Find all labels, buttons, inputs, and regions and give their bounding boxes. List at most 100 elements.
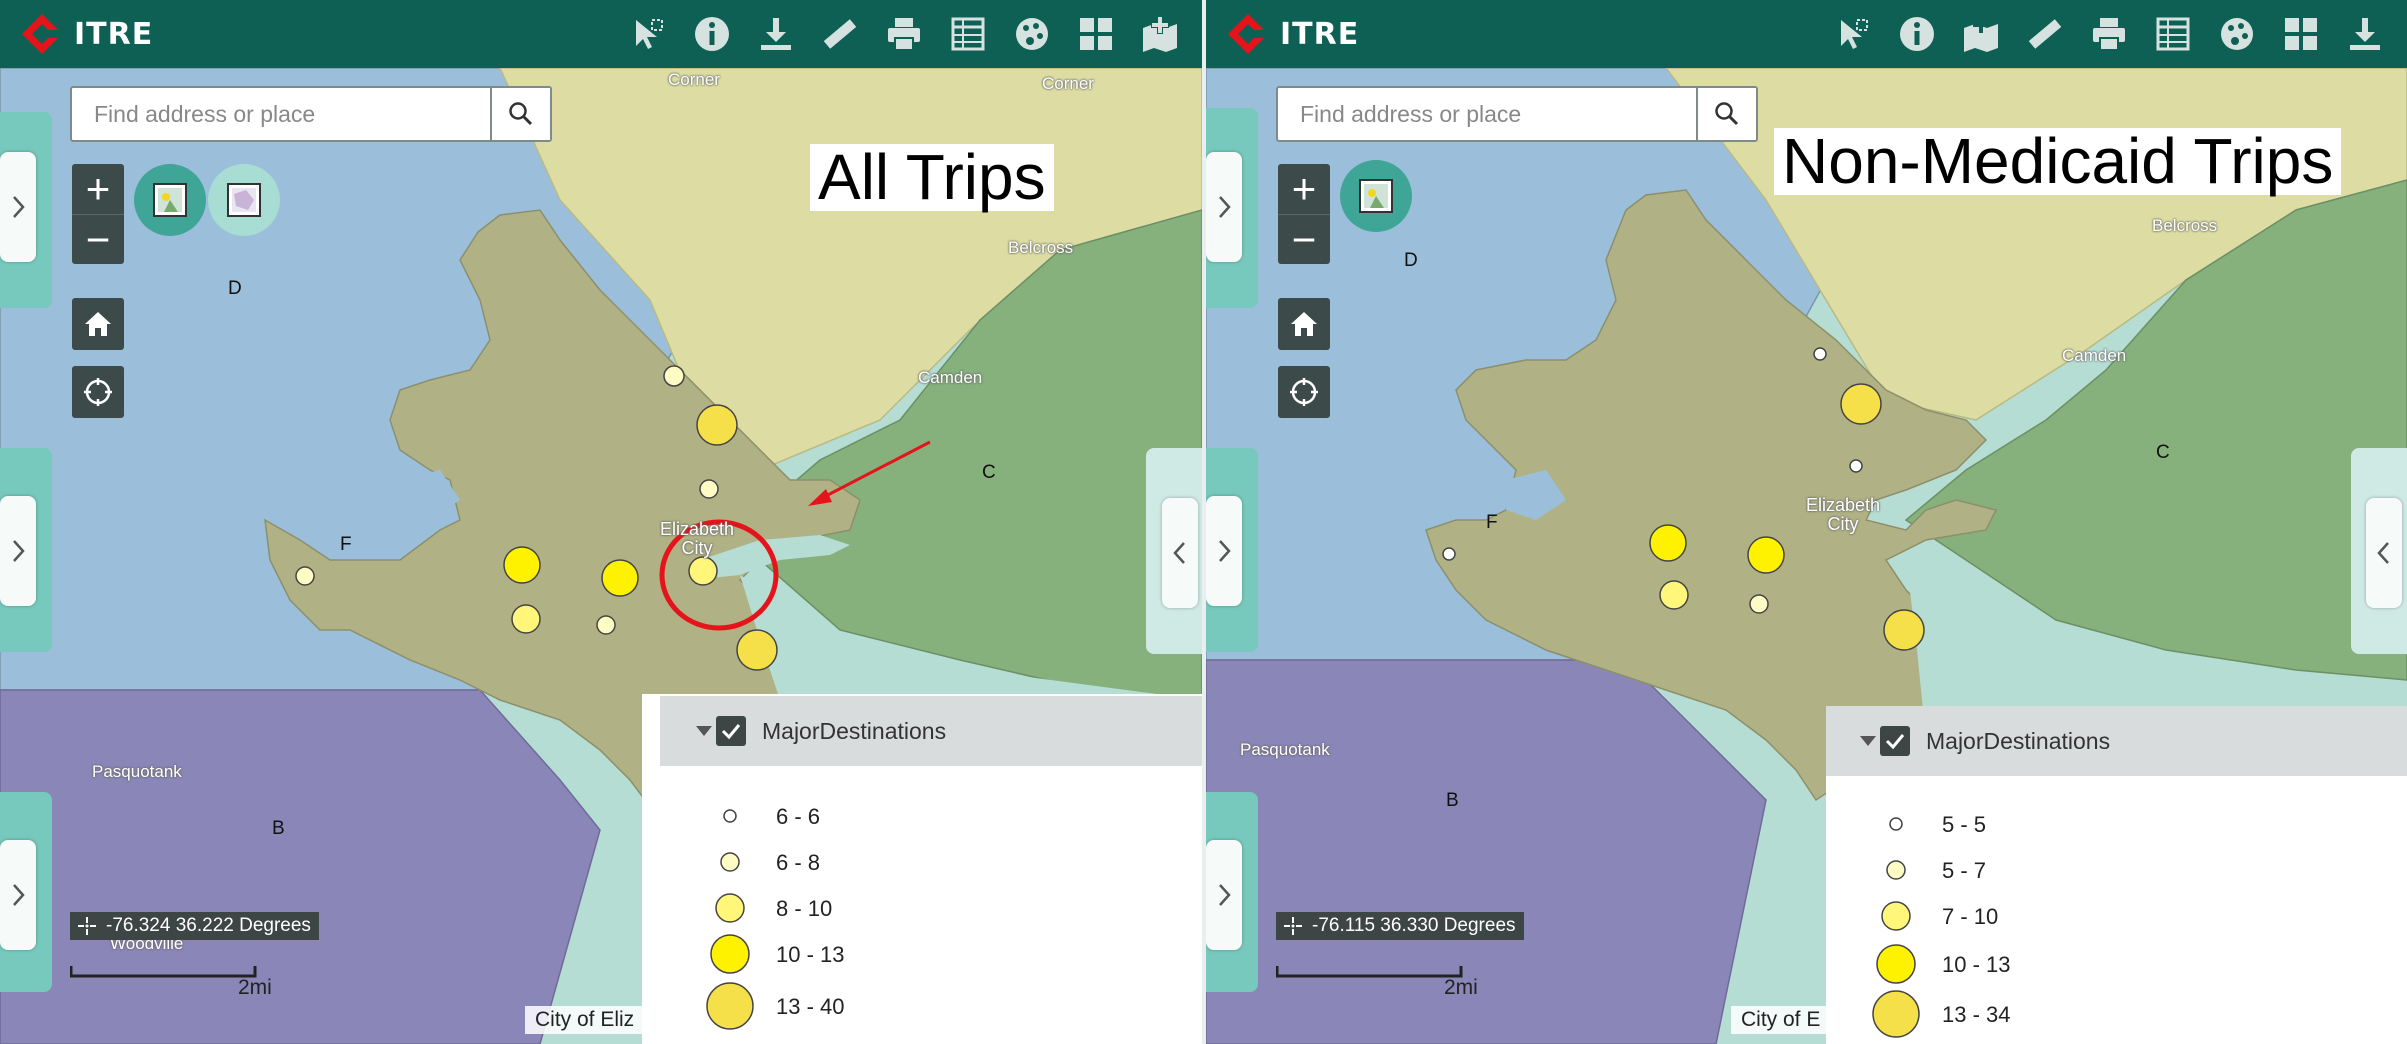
print-tool-button[interactable] xyxy=(2077,0,2141,68)
expand-panel-button[interactable] xyxy=(0,840,36,950)
add-data-tool-button[interactable] xyxy=(1949,0,2013,68)
layout-tool-button[interactable] xyxy=(1064,0,1128,68)
place-label: Pasquotank xyxy=(92,762,182,781)
city-label: Elizabeth City xyxy=(660,520,734,558)
destination-marker[interactable] xyxy=(596,615,616,635)
destination-marker[interactable] xyxy=(1840,383,1882,425)
destination-marker[interactable] xyxy=(663,365,685,387)
expand-panel-button[interactable] xyxy=(0,152,36,262)
legend-layer-header[interactable]: MajorDestinations xyxy=(1826,706,2407,776)
measure-tool-button[interactable] xyxy=(808,0,872,68)
destination-marker[interactable] xyxy=(736,629,778,671)
locate-button[interactable] xyxy=(1278,366,1330,418)
zoom-in-button[interactable]: + xyxy=(1278,164,1330,215)
expand-arrow-icon xyxy=(696,726,712,736)
attribute-table-tool-button[interactable] xyxy=(2141,0,2205,68)
destination-marker[interactable] xyxy=(1883,609,1925,651)
locate-icon xyxy=(84,378,112,406)
destination-marker[interactable] xyxy=(503,546,541,584)
destination-marker[interactable] xyxy=(1813,347,1827,361)
layer-visibility-checkbox[interactable] xyxy=(716,716,746,746)
search-input[interactable] xyxy=(1278,88,1698,140)
legend-label: 13 - 34 xyxy=(1942,1002,2011,1027)
destination-marker[interactable] xyxy=(295,566,315,586)
attribute-table-icon xyxy=(2156,17,2190,51)
legend-layer-header[interactable]: MajorDestinations xyxy=(660,696,1202,766)
checkmark-icon xyxy=(1885,734,1905,750)
logo-mark-icon xyxy=(22,14,62,54)
layout-tool-button[interactable] xyxy=(2269,0,2333,68)
legend-label: 5 - 7 xyxy=(1942,858,1987,883)
destination-marker[interactable] xyxy=(1659,580,1689,610)
county-b-region xyxy=(1206,659,1767,1044)
search-button[interactable] xyxy=(1696,88,1756,140)
info-icon xyxy=(695,17,729,51)
attribute-table-tool-button[interactable] xyxy=(936,0,1000,68)
layout-icon xyxy=(2285,18,2317,50)
destination-marker[interactable] xyxy=(696,404,738,446)
measure-tool-button[interactable] xyxy=(2013,0,2077,68)
zoom-out-button[interactable]: − xyxy=(1278,215,1330,265)
destination-marker[interactable] xyxy=(511,604,541,634)
zoom-in-button[interactable]: + xyxy=(72,164,124,215)
select-tool-button[interactable] xyxy=(616,0,680,68)
place-label: Belcross xyxy=(1008,238,1074,257)
destination-marker[interactable] xyxy=(1749,594,1769,614)
zoom-out-button[interactable]: − xyxy=(72,215,124,265)
legend-label: 6 - 6 xyxy=(776,804,821,829)
home-button[interactable] xyxy=(1278,298,1330,350)
scale-bar xyxy=(70,966,257,978)
layer-toggle-button[interactable] xyxy=(1340,160,1412,232)
download-tool-button[interactable] xyxy=(744,0,808,68)
print-tool-button[interactable] xyxy=(872,0,936,68)
search-button[interactable] xyxy=(490,88,550,140)
destination-marker[interactable] xyxy=(699,479,719,499)
toolbar-tools xyxy=(1821,0,2397,68)
destination-marker[interactable] xyxy=(688,556,718,586)
locate-button[interactable] xyxy=(72,366,124,418)
basemap-tool-button[interactable] xyxy=(2205,0,2269,68)
destination-marker[interactable] xyxy=(1849,459,1863,473)
expand-arrow-icon xyxy=(1860,736,1876,746)
place-label: Corner xyxy=(668,70,720,89)
city-label-line: Elizabeth xyxy=(1806,495,1881,515)
region-letter: F xyxy=(1486,512,1498,533)
expand-panel-button[interactable] xyxy=(1206,496,1242,606)
legend-symbol xyxy=(720,852,740,872)
chevron-right-icon xyxy=(1219,540,1231,562)
basemap-tool-button[interactable] xyxy=(1000,0,1064,68)
home-button[interactable] xyxy=(72,298,124,350)
legend-symbol xyxy=(1886,860,1906,880)
legend-symbol xyxy=(1872,990,1920,1038)
print-icon xyxy=(2093,18,2125,51)
region-letter: B xyxy=(272,818,285,839)
layer-toggle-button[interactable] xyxy=(134,164,206,236)
destination-marker[interactable] xyxy=(601,559,639,597)
coordinate-display: -76.324 36.222 Degrees xyxy=(70,912,319,940)
region-letter: C xyxy=(2156,442,2170,463)
expand-panel-button[interactable] xyxy=(1206,840,1242,950)
destination-marker[interactable] xyxy=(1442,547,1456,561)
info-tool-button[interactable] xyxy=(680,0,744,68)
download-tool-button[interactable] xyxy=(2333,0,2397,68)
home-icon xyxy=(85,312,111,336)
map-panel-non-medicaid-trips[interactable]: ITRE Find address or place + − Non-Medic… xyxy=(1206,0,2407,1044)
add-data-tool-button[interactable] xyxy=(1128,0,1192,68)
layer-toggle-button[interactable] xyxy=(208,164,280,236)
region-letter: D xyxy=(228,278,242,299)
expand-panel-button[interactable] xyxy=(1206,152,1242,262)
destination-marker[interactable] xyxy=(1649,524,1687,562)
legend-label: 7 - 10 xyxy=(1942,904,1999,929)
collapse-panel-button[interactable] xyxy=(1162,498,1198,608)
collapse-panel-button[interactable] xyxy=(2366,498,2402,608)
destination-marker[interactable] xyxy=(1747,536,1785,574)
locate-icon xyxy=(1290,378,1318,406)
layer-visibility-checkbox[interactable] xyxy=(1880,726,1910,756)
search-input[interactable] xyxy=(72,88,492,140)
chevron-right-icon xyxy=(13,884,25,906)
expand-panel-button[interactable] xyxy=(0,496,36,606)
select-tool-button[interactable] xyxy=(1821,0,1885,68)
legend-symbol xyxy=(1889,817,1903,831)
map-panel-all-trips[interactable]: ITRE Find address or place + − All Trips… xyxy=(0,0,1202,1044)
info-tool-button[interactable] xyxy=(1885,0,1949,68)
